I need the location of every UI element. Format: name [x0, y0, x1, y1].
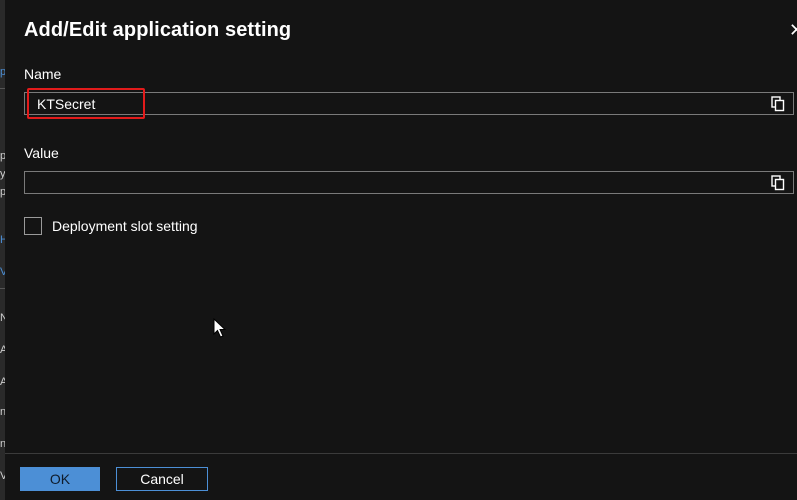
- name-label: Name: [24, 66, 62, 82]
- cancel-button[interactable]: Cancel: [116, 467, 208, 491]
- deployment-slot-label: Deployment slot setting: [52, 218, 198, 234]
- mouse-cursor-icon: [213, 318, 227, 338]
- dialog-title: Add/Edit application setting: [24, 19, 292, 41]
- deployment-slot-checkbox[interactable]: [24, 217, 42, 235]
- copy-icon: [771, 96, 785, 112]
- footer-divider: [5, 453, 797, 454]
- copy-icon: [771, 175, 785, 191]
- ok-button[interactable]: OK: [20, 467, 100, 491]
- value-input[interactable]: [24, 171, 794, 194]
- deployment-slot-setting-row: Deployment slot setting: [24, 216, 198, 236]
- close-icon[interactable]: ✕: [789, 20, 797, 40]
- add-edit-setting-dialog: Add/Edit application setting ✕ Name Valu…: [5, 0, 797, 500]
- value-label: Value: [24, 145, 59, 161]
- name-input[interactable]: [24, 92, 794, 115]
- copy-value-button[interactable]: [768, 173, 788, 193]
- copy-name-button[interactable]: [768, 94, 788, 114]
